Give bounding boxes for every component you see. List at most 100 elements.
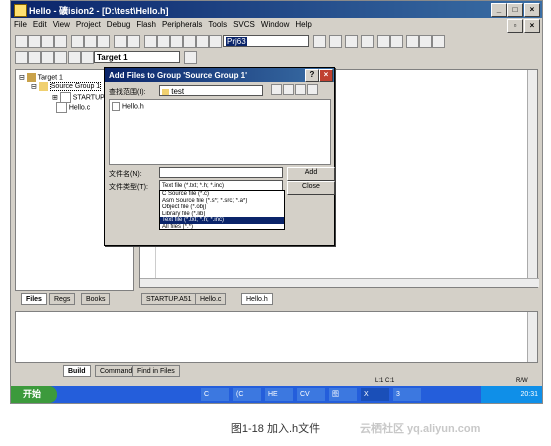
menu-svcs[interactable]: SVCS [230, 18, 258, 29]
filetype-dropdown[interactable]: C Source file (*.c) Asm Source file (*.s… [159, 190, 285, 230]
view-menu-icon[interactable] [307, 84, 318, 95]
find-combo-value: Prj63 [226, 37, 247, 46]
taskbar-item[interactable]: X [361, 388, 389, 401]
editor-tab-hello-c[interactable]: Hello.c [195, 293, 227, 305]
tool-3-icon[interactable] [432, 35, 445, 48]
menu-debug[interactable]: Debug [104, 18, 134, 29]
title-bar[interactable]: Hello - 礦ision2 - [D:\test\Hello.h] _ □ … [11, 1, 542, 18]
status-mode: R/W [516, 378, 528, 384]
target-combo[interactable]: Target 1 [94, 51, 180, 63]
add-button[interactable]: Add [287, 167, 335, 181]
save-icon[interactable] [41, 35, 54, 48]
tree-root[interactable]: ⊟ Target 1 [19, 73, 63, 82]
find-combo[interactable]: Prj63 [223, 35, 309, 47]
editor-vscrollbar[interactable] [527, 70, 537, 278]
tab-build[interactable]: Build [63, 365, 91, 377]
tab-command[interactable]: Command [95, 365, 138, 377]
new-folder-icon[interactable] [295, 84, 306, 95]
output-window[interactable] [15, 311, 538, 363]
taskbar-item[interactable]: HE [265, 388, 293, 401]
bookmark-next-icon[interactable] [183, 35, 196, 48]
taskbar-item-label: (C [236, 391, 244, 398]
tab-files-label: Files [26, 296, 42, 303]
tool-icon[interactable] [406, 35, 419, 48]
editor-tab-startup[interactable]: STARTUP.A51 [141, 293, 197, 305]
mdi-restore-button[interactable]: ▫ [507, 19, 523, 33]
filename-input[interactable] [159, 167, 283, 178]
menu-window[interactable]: Window [258, 18, 292, 29]
print-icon[interactable] [345, 35, 358, 48]
file-extensions-icon[interactable] [184, 51, 197, 64]
tab-files[interactable]: Files [21, 293, 47, 305]
options-icon[interactable] [81, 51, 94, 64]
start-button[interactable]: 开始 [11, 386, 57, 403]
tab-books[interactable]: Books [81, 293, 111, 305]
undo-icon[interactable] [114, 35, 127, 48]
file-list-item[interactable]: Hello.h [112, 102, 144, 111]
menu-peripherals[interactable]: Peripherals [159, 18, 205, 29]
maximize-button[interactable]: □ [507, 3, 523, 17]
indent-icon[interactable] [144, 35, 157, 48]
taskbar-item[interactable]: 图 [329, 388, 357, 401]
dialog-close-button[interactable]: × [319, 69, 333, 82]
minimize-button[interactable]: _ [491, 3, 507, 17]
tree-group[interactable]: ⊟ Source Group 1 [31, 82, 102, 92]
unindent-icon[interactable] [157, 35, 170, 48]
taskbar-item[interactable]: C [201, 388, 229, 401]
window-icon[interactable] [377, 35, 390, 48]
save-all-icon[interactable] [54, 35, 67, 48]
figure-caption: 图1-18 加入.h文件 [230, 423, 321, 435]
bookmark-icon[interactable] [170, 35, 183, 48]
menu-file[interactable]: File [11, 18, 30, 29]
translate-icon[interactable] [15, 51, 28, 64]
menu-view[interactable]: View [50, 18, 73, 29]
taskbar-item[interactable]: 3 [393, 388, 421, 401]
menu-flash[interactable]: Flash [133, 18, 159, 29]
taskbar-item[interactable]: CV [297, 388, 325, 401]
up-folder-icon[interactable] [283, 84, 294, 95]
filetype-option[interactable]: All files (*.*) [160, 224, 284, 231]
close-button[interactable]: × [524, 3, 540, 17]
mdi-close-button[interactable]: × [524, 19, 540, 33]
taskbar-item-label: 图 [332, 391, 339, 398]
debug-icon[interactable] [361, 35, 374, 48]
tab-build-label: Build [68, 368, 86, 375]
output-vscrollbar[interactable] [527, 312, 537, 362]
redo-icon[interactable] [127, 35, 140, 48]
dialog-title-bar[interactable]: Add Files to Group 'Source Group 1' ? × [105, 68, 334, 82]
back-icon[interactable] [271, 84, 282, 95]
new-file-icon[interactable] [15, 35, 28, 48]
tree-file-label: Hello.c [68, 104, 91, 112]
paste-icon[interactable] [97, 35, 110, 48]
menu-edit[interactable]: Edit [30, 18, 50, 29]
taskbar-item[interactable]: (C [233, 388, 261, 401]
find-in-files-icon[interactable] [313, 35, 326, 48]
load-icon[interactable] [68, 51, 81, 64]
cut-icon[interactable] [71, 35, 84, 48]
folder-icon [162, 88, 169, 95]
menu-project[interactable]: Project [73, 18, 104, 29]
filename-label: 文件名(N): [109, 171, 142, 178]
close-dialog-button[interactable]: Close [287, 181, 335, 195]
editor-hscrollbar[interactable] [140, 278, 539, 287]
menu-help[interactable]: Help [292, 18, 314, 29]
open-file-icon[interactable] [28, 35, 41, 48]
tab-find-in-files[interactable]: Find in Files [132, 365, 180, 377]
help-button[interactable]: ? [305, 69, 319, 82]
menu-tools[interactable]: Tools [205, 18, 230, 29]
look-in-combo[interactable]: test [159, 85, 263, 96]
compile-icon[interactable] [329, 35, 342, 48]
rebuild-icon[interactable] [41, 51, 54, 64]
tool-2-icon[interactable] [419, 35, 432, 48]
build-icon[interactable] [28, 51, 41, 64]
window-2-icon[interactable] [390, 35, 403, 48]
tree-file-hello-c[interactable]: Hello.c [52, 102, 90, 113]
stop-build-icon[interactable] [54, 51, 67, 64]
find-icon[interactable] [209, 35, 222, 48]
taskbar-item-label: CV [300, 391, 310, 398]
bookmark-prev-icon[interactable] [196, 35, 209, 48]
editor-tab-hello-h[interactable]: Hello.h [241, 293, 273, 305]
file-list[interactable]: Hello.h [109, 99, 331, 165]
copy-icon[interactable] [84, 35, 97, 48]
tab-regs[interactable]: Regs [49, 293, 76, 305]
